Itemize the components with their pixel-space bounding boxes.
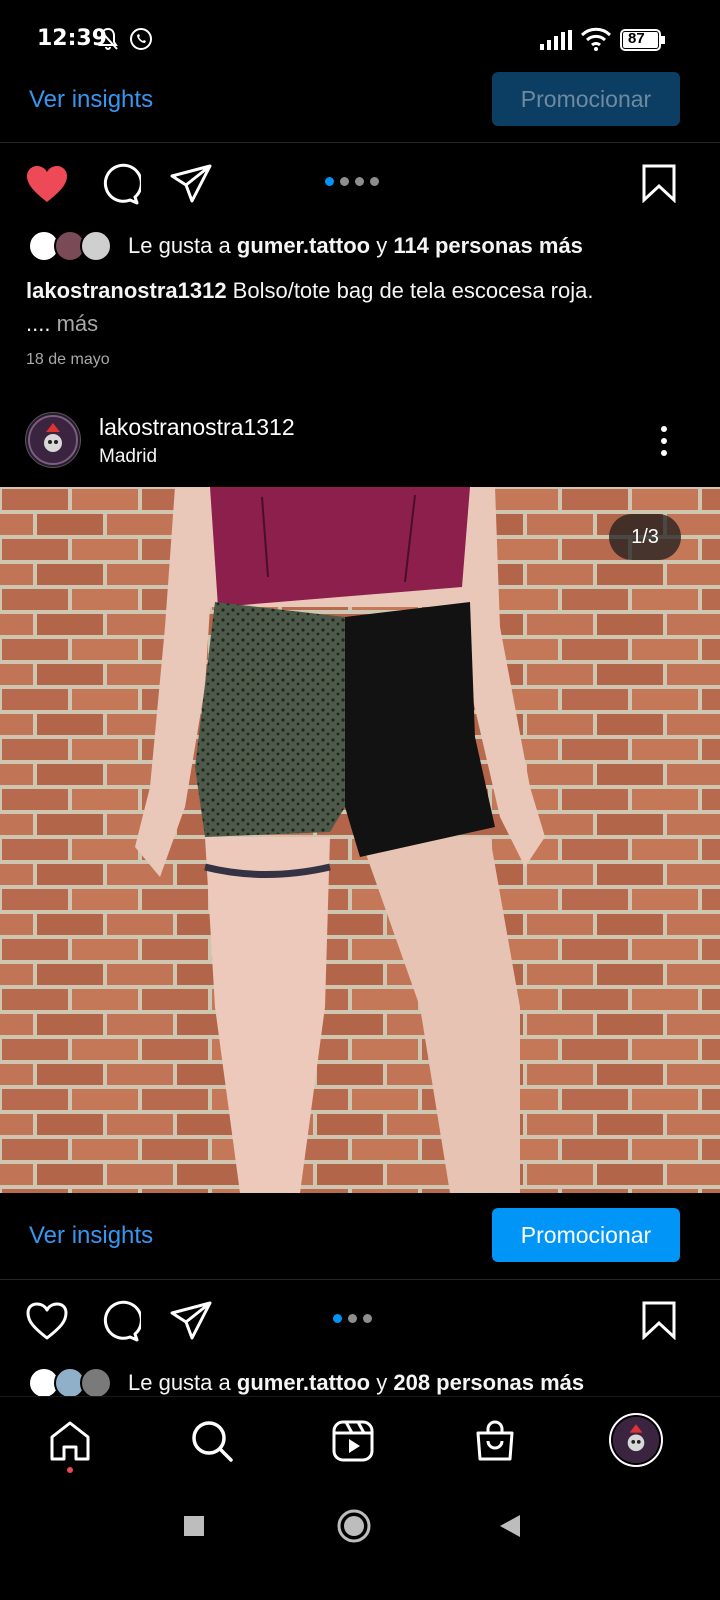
back-button[interactable] bbox=[498, 1513, 522, 1544]
search-icon bbox=[192, 1421, 233, 1462]
recents-button[interactable] bbox=[183, 1515, 205, 1542]
back-icon bbox=[500, 1515, 520, 1537]
likes-summary[interactable]: Le gusta a gumer.tattoo y 114 personas m… bbox=[128, 233, 583, 259]
post-location[interactable]: Madrid bbox=[99, 446, 157, 468]
share-button[interactable] bbox=[170, 164, 212, 204]
liker-username[interactable]: gumer.tattoo bbox=[237, 233, 370, 258]
nav-search[interactable] bbox=[190, 1419, 234, 1468]
comment-button[interactable] bbox=[99, 1300, 141, 1342]
liker-avatars bbox=[28, 1367, 118, 1399]
share-icon bbox=[170, 1301, 212, 1340]
liker-avatars bbox=[28, 230, 118, 262]
shop-icon bbox=[476, 1420, 514, 1461]
likes-count[interactable]: 114 personas más bbox=[393, 233, 583, 258]
share-button[interactable] bbox=[170, 1301, 212, 1341]
notification-dot bbox=[67, 1467, 73, 1473]
profile-avatar bbox=[612, 1416, 660, 1464]
post-author-avatar[interactable] bbox=[25, 412, 81, 468]
liker-username[interactable]: gumer.tattoo bbox=[237, 1370, 370, 1395]
share-icon bbox=[170, 164, 212, 203]
signal-icon bbox=[540, 30, 574, 55]
more-options-button[interactable] bbox=[652, 424, 676, 458]
bookmark-icon bbox=[642, 1301, 676, 1340]
status-bar: 12:39 87 bbox=[0, 0, 720, 80]
save-button[interactable] bbox=[641, 163, 677, 203]
divider bbox=[0, 142, 720, 143]
image-counter: 1/3 bbox=[609, 514, 681, 560]
heart-icon bbox=[27, 166, 67, 202]
wifi-icon bbox=[580, 26, 612, 57]
kebab-icon bbox=[661, 426, 667, 456]
like-button[interactable] bbox=[25, 164, 69, 204]
caption-username[interactable]: lakostranostra1312 bbox=[26, 278, 227, 303]
battery-icon: 87 bbox=[620, 29, 666, 56]
promote-button[interactable]: Promocionar bbox=[492, 72, 680, 126]
home-icon bbox=[50, 1421, 90, 1461]
likes-summary[interactable]: Le gusta a gumer.tattoo y 208 personas m… bbox=[128, 1370, 584, 1396]
carousel-indicator bbox=[325, 177, 379, 186]
nav-home[interactable] bbox=[48, 1419, 92, 1473]
comment-icon bbox=[103, 1300, 141, 1342]
bottom-nav bbox=[0, 1396, 720, 1489]
photo-illustration bbox=[0, 487, 720, 1193]
home-circle-icon bbox=[337, 1509, 371, 1543]
divider bbox=[0, 1279, 720, 1280]
post-date: 18 de mayo bbox=[26, 351, 110, 368]
view-insights-link[interactable]: Ver insights bbox=[29, 1222, 153, 1250]
whatsapp-icon bbox=[128, 26, 154, 57]
nav-profile[interactable] bbox=[609, 1413, 663, 1467]
nav-shop[interactable] bbox=[473, 1419, 517, 1468]
heart-icon bbox=[26, 1302, 68, 1340]
system-nav bbox=[0, 1488, 720, 1600]
post-caption: lakostranostra1312 Bolso/tote bag de tel… bbox=[26, 278, 594, 336]
battery-level: 87 bbox=[628, 30, 645, 47]
like-button[interactable] bbox=[25, 1301, 69, 1341]
likes-count[interactable]: 208 personas más bbox=[393, 1370, 584, 1395]
nav-reels[interactable] bbox=[331, 1419, 375, 1468]
mute-icon bbox=[96, 26, 120, 57]
reels-icon bbox=[332, 1420, 374, 1462]
comment-button[interactable] bbox=[99, 163, 141, 205]
carousel-indicator bbox=[333, 1314, 372, 1323]
more-link[interactable]: más bbox=[50, 311, 99, 336]
post-image[interactable] bbox=[0, 487, 720, 1193]
comment-icon bbox=[103, 163, 141, 205]
save-button[interactable] bbox=[641, 1300, 677, 1340]
view-insights-link[interactable]: Ver insights bbox=[29, 86, 153, 114]
avatar bbox=[80, 1367, 112, 1399]
recents-icon bbox=[184, 1516, 204, 1536]
avatar bbox=[80, 230, 112, 262]
home-system-button[interactable] bbox=[337, 1509, 371, 1548]
promote-button[interactable]: Promocionar bbox=[492, 1208, 680, 1262]
post-username[interactable]: lakostranostra1312 bbox=[99, 414, 295, 441]
bookmark-icon bbox=[642, 164, 676, 203]
